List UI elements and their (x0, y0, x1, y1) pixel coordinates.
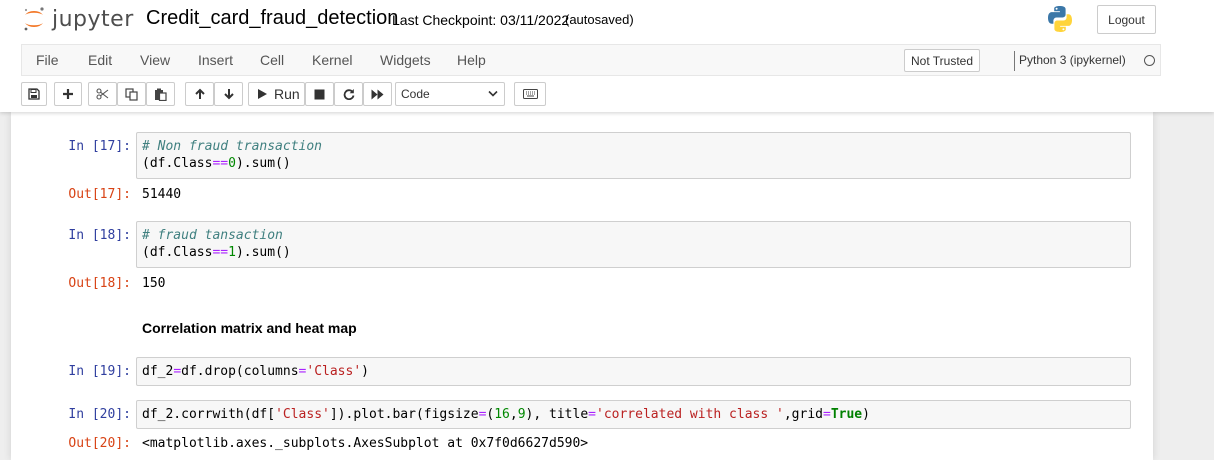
code-number: 1 (228, 245, 236, 260)
restart-icon (343, 89, 354, 100)
code-token: ) (862, 407, 870, 422)
code-token: ).sum() (235, 156, 291, 171)
save-icon (28, 88, 40, 100)
play-icon (258, 89, 267, 99)
copy-icon (125, 87, 138, 101)
notebook-header: jupyter Credit_card_fraud_detection Last… (0, 0, 1214, 112)
input-prompt: In [18]: (68, 228, 131, 243)
menu-view[interactable]: View (140, 52, 170, 68)
code-cell-input[interactable]: df_2=df.drop(columns='Class') (136, 357, 1131, 386)
cell-output: 150 (142, 276, 166, 291)
code-token: ,grid (783, 407, 823, 422)
not-trusted-button[interactable]: Not Trusted (904, 49, 981, 72)
chevron-down-icon (488, 90, 498, 97)
code-number: 0 (228, 156, 236, 171)
output-prompt: Out[20]: (68, 436, 131, 451)
arrow-up-icon (194, 88, 205, 99)
code-token: , (509, 407, 518, 422)
menu-kernel[interactable]: Kernel (312, 52, 352, 68)
menu-help[interactable]: Help (457, 52, 486, 68)
paste-icon (155, 88, 167, 101)
code-cell-input[interactable]: # Non fraud transaction (df.Class==0).su… (136, 132, 1131, 179)
command-palette-button[interactable] (514, 82, 546, 106)
code-token: ) (361, 364, 369, 379)
code-cell-input[interactable]: # fraud tansaction (df.Class==1).sum() (136, 221, 1131, 268)
output-prompt: Out[18]: (68, 276, 131, 291)
code-comment: # Non fraud transaction (142, 139, 323, 154)
menu-edit[interactable]: Edit (88, 52, 112, 68)
cell-type-select[interactable]: Code (395, 82, 505, 106)
markdown-heading[interactable]: Correlation matrix and heat map (142, 320, 357, 336)
code-string: 'Class' (275, 407, 330, 422)
plus-icon (63, 89, 73, 99)
jupyter-logo[interactable]: jupyter (22, 4, 134, 34)
logo-text: jupyter (52, 6, 134, 32)
stop-icon (314, 89, 325, 99)
input-prompt: In [17]: (68, 139, 131, 154)
checkpoint-status: Last Checkpoint: 03/11/2022 (392, 12, 570, 28)
code-operator: == (212, 245, 229, 260)
code-token: (df.Class (142, 156, 213, 171)
code-comment: # fraud tansaction (142, 228, 283, 243)
paste-button[interactable] (146, 82, 175, 106)
code-string: 'correlated with class ' (596, 407, 784, 422)
kernel-idle-icon (1144, 55, 1155, 66)
save-button[interactable] (21, 82, 47, 106)
insert-cell-button[interactable] (54, 82, 82, 106)
notebook-container: In [17]: # Non fraud transaction (df.Cla… (11, 112, 1153, 460)
code-token: df_2 (142, 364, 174, 379)
input-prompt: In [19]: (68, 364, 131, 379)
code-operator: == (212, 156, 229, 171)
code-token: df.drop(columns (181, 364, 299, 379)
code-number: 9 (517, 407, 526, 422)
cell-output: <matplotlib.axes._subplots.AxesSubplot a… (142, 436, 589, 451)
code-cell-input[interactable]: df_2.corrwith(df['Class']).plot.bar(figs… (136, 400, 1131, 429)
cut-button[interactable] (88, 82, 117, 106)
code-token: (df.Class (142, 245, 213, 260)
autosave-status: (autosaved) (565, 12, 634, 27)
run-button[interactable]: Run (248, 82, 305, 106)
code-operator: = (173, 364, 182, 379)
python-logo-icon (1048, 6, 1072, 32)
menubar: File Edit View Insert Cell Kernel Widget… (21, 44, 1161, 76)
code-token: ), title (525, 407, 589, 422)
code-operator: = (822, 407, 831, 422)
move-up-button[interactable] (185, 82, 214, 106)
code-operator: = (588, 407, 596, 422)
jupyter-logo-icon (24, 7, 44, 31)
code-keyword: True (830, 407, 863, 422)
output-prompt: Out[17]: (68, 187, 131, 202)
menu-cell[interactable]: Cell (260, 52, 284, 68)
code-token: df_2.corrwith(df[ (142, 407, 276, 422)
menu-file[interactable]: File (36, 52, 59, 68)
interrupt-button[interactable] (305, 82, 334, 106)
menu-widgets[interactable]: Widgets (380, 52, 431, 68)
cut-icon (96, 88, 109, 100)
code-number: 16 (494, 407, 510, 422)
code-token: ]).plot.bar(figsize (329, 407, 479, 422)
fast-forward-icon (371, 89, 384, 99)
input-prompt: In [20]: (68, 407, 131, 422)
restart-button[interactable] (334, 82, 363, 106)
menu-insert[interactable]: Insert (198, 52, 233, 68)
keyboard-icon (522, 89, 538, 99)
kernel-name[interactable]: Python 3 (ipykernel) (1019, 53, 1126, 67)
notebook-title[interactable]: Credit_card_fraud_detection (146, 7, 398, 30)
move-down-button[interactable] (214, 82, 243, 106)
code-string: 'Class' (306, 364, 362, 379)
copy-button[interactable] (117, 82, 146, 106)
logout-button[interactable]: Logout (1097, 5, 1156, 34)
arrow-down-icon (223, 89, 234, 100)
kernel-divider (1014, 51, 1015, 71)
restart-run-all-button[interactable] (363, 82, 392, 106)
run-label: Run (274, 86, 300, 102)
cell-type-value: Code (401, 87, 430, 101)
code-token: ).sum() (235, 245, 291, 260)
cell-output: 51440 (142, 187, 182, 202)
